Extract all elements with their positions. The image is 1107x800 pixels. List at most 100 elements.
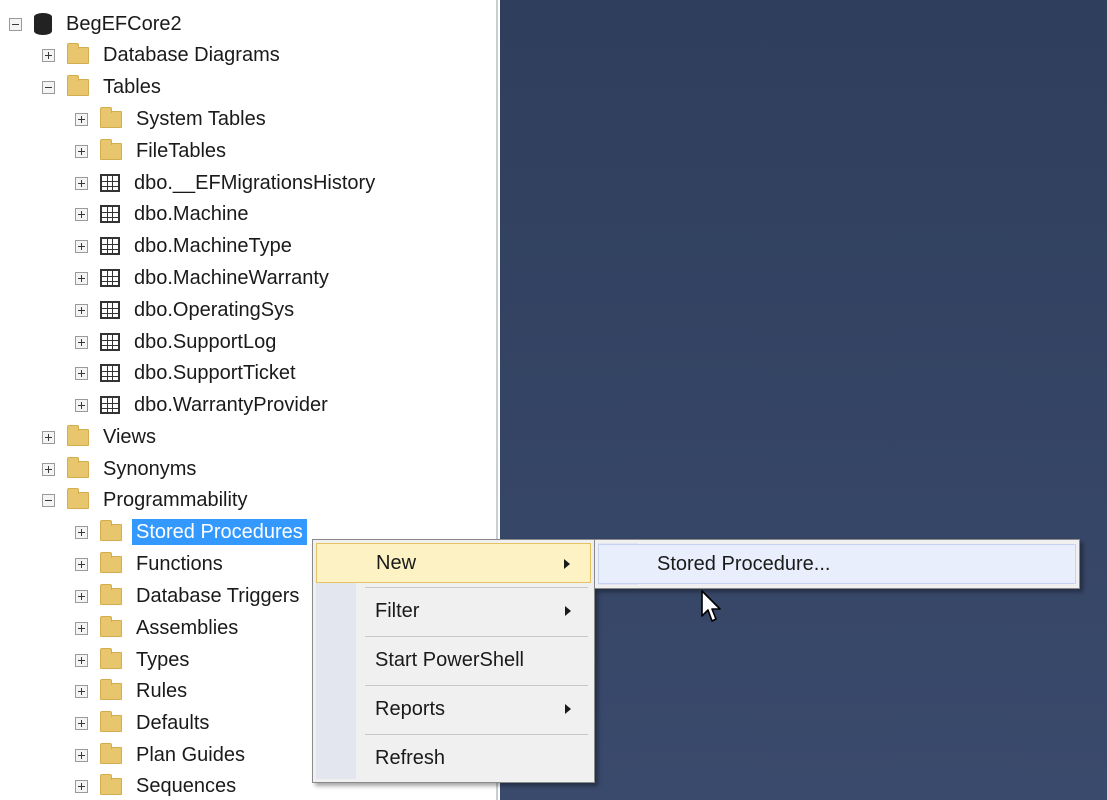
menu-item-label: Stored Procedure... [657, 552, 831, 575]
submenu-arrow-icon [565, 606, 571, 616]
folder-icon [100, 742, 122, 764]
tree-node-table[interactable]: dbo.__EFMigrationsHistory [75, 169, 379, 197]
folder-icon [100, 551, 122, 573]
tree-node-views[interactable]: Views [42, 423, 160, 451]
expand-icon[interactable] [75, 716, 88, 730]
tree-node-label: Synonyms [103, 458, 197, 480]
tree-node-table[interactable]: dbo.SupportLog [75, 328, 280, 356]
collapse-icon[interactable] [42, 80, 55, 94]
collapse-icon[interactable] [9, 17, 22, 31]
expand-icon[interactable] [75, 176, 88, 190]
table-icon [100, 205, 120, 223]
expand-icon[interactable] [75, 112, 88, 126]
table-icon [100, 364, 120, 382]
tree-node-functions[interactable]: Functions [75, 550, 227, 578]
folder-icon [100, 678, 122, 700]
tree-node-label: dbo.SupportTicket [134, 362, 296, 384]
expand-icon[interactable] [75, 653, 88, 667]
tree-node-table[interactable]: dbo.MachineType [75, 232, 296, 260]
menu-item-label: Filter [375, 599, 420, 622]
menu-separator [365, 734, 588, 735]
tree-node-label: dbo.WarrantyProvider [134, 394, 328, 416]
tree-node-label: Plan Guides [136, 744, 245, 766]
tree-node-defaults[interactable]: Defaults [75, 709, 213, 737]
new-submenu: Stored Procedure... [594, 539, 1080, 589]
expand-icon[interactable] [42, 462, 55, 476]
tree-node-table[interactable]: dbo.Machine [75, 200, 253, 228]
tree-node-filetables[interactable]: FileTables [75, 137, 230, 165]
tree-node-database-diagrams[interactable]: Database Diagrams [42, 41, 284, 69]
menu-separator [365, 685, 588, 686]
expand-icon[interactable] [75, 684, 88, 698]
tree-node-label: dbo.OperatingSys [134, 299, 295, 321]
context-menu: New Filter Start PowerShell Reports Refr… [312, 539, 595, 783]
tree-node-sequences[interactable]: Sequences [75, 772, 240, 800]
tree-node-types[interactable]: Types [75, 646, 193, 674]
collapse-icon[interactable] [42, 493, 55, 507]
table-icon [100, 174, 120, 192]
menu-item-label: New [376, 551, 417, 574]
tree-node-rules[interactable]: Rules [75, 677, 191, 705]
expand-icon[interactable] [75, 748, 88, 762]
expand-icon[interactable] [42, 430, 55, 444]
folder-icon [67, 456, 89, 478]
menu-item-filter[interactable]: Filter [316, 591, 591, 631]
folder-icon [67, 424, 89, 446]
expand-icon[interactable] [75, 239, 88, 253]
tree-node-label: Types [136, 649, 190, 671]
menu-item-new[interactable]: New [316, 543, 591, 583]
menu-separator [365, 587, 588, 588]
tree-node-table[interactable]: dbo.MachineWarranty [75, 264, 333, 292]
menu-item-label: Reports [375, 697, 446, 720]
expand-icon[interactable] [75, 621, 88, 635]
tree-node-system-tables[interactable]: System Tables [75, 105, 270, 133]
tree-node-label: Tables [103, 76, 161, 98]
tree-node-stored-procedures[interactable]: Stored Procedures [75, 518, 307, 546]
expand-icon[interactable] [75, 589, 88, 603]
tree-node-plan-guides[interactable]: Plan Guides [75, 741, 249, 769]
folder-icon [100, 773, 122, 795]
tree-node-label: Rules [136, 680, 188, 702]
expand-icon[interactable] [75, 525, 88, 539]
tree-node-label: Database Diagrams [103, 44, 280, 66]
submenu-arrow-icon [564, 559, 570, 569]
tree-node-database[interactable]: BegEFCore2 [9, 10, 186, 38]
tree-node-synonyms[interactable]: Synonyms [42, 455, 200, 483]
tree-node-label-selected: Stored Procedures [132, 519, 307, 545]
expand-icon[interactable] [75, 557, 88, 571]
expand-icon[interactable] [42, 48, 55, 62]
expand-icon[interactable] [75, 366, 88, 380]
tree-node-programmability[interactable]: Programmability [42, 486, 251, 514]
tree-node-label: Sequences [136, 775, 237, 797]
tree-node-tables[interactable]: Tables [42, 73, 165, 101]
expand-icon[interactable] [75, 144, 88, 158]
folder-icon [100, 615, 122, 637]
table-icon [100, 333, 120, 351]
table-icon [100, 396, 120, 414]
menu-item-stored-procedure[interactable]: Stored Procedure... [598, 544, 1076, 584]
tree-node-label: BegEFCore2 [66, 13, 182, 35]
expand-icon[interactable] [75, 271, 88, 285]
tree-node-assemblies[interactable]: Assemblies [75, 614, 242, 642]
tree-node-label: Programmability [103, 489, 248, 511]
database-icon [34, 13, 52, 35]
expand-icon[interactable] [75, 779, 88, 793]
table-icon [100, 269, 120, 287]
tree-node-table[interactable]: dbo.OperatingSys [75, 296, 298, 324]
tree-node-label: dbo.MachineWarranty [134, 267, 329, 289]
folder-icon [100, 710, 122, 732]
menu-item-refresh[interactable]: Refresh [316, 738, 591, 778]
menu-item-reports[interactable]: Reports [316, 689, 591, 729]
table-icon [100, 237, 120, 255]
folder-icon [67, 42, 89, 64]
expand-icon[interactable] [75, 303, 88, 317]
menu-item-start-powershell[interactable]: Start PowerShell [316, 640, 591, 680]
expand-icon[interactable] [75, 207, 88, 221]
tree-node-database-triggers[interactable]: Database Triggers [75, 582, 303, 610]
tree-node-table[interactable]: dbo.SupportTicket [75, 359, 300, 387]
tree-node-table[interactable]: dbo.WarrantyProvider [75, 391, 332, 419]
expand-icon[interactable] [75, 335, 88, 349]
expand-icon[interactable] [75, 398, 88, 412]
folder-icon [100, 583, 122, 605]
table-icon [100, 301, 120, 319]
